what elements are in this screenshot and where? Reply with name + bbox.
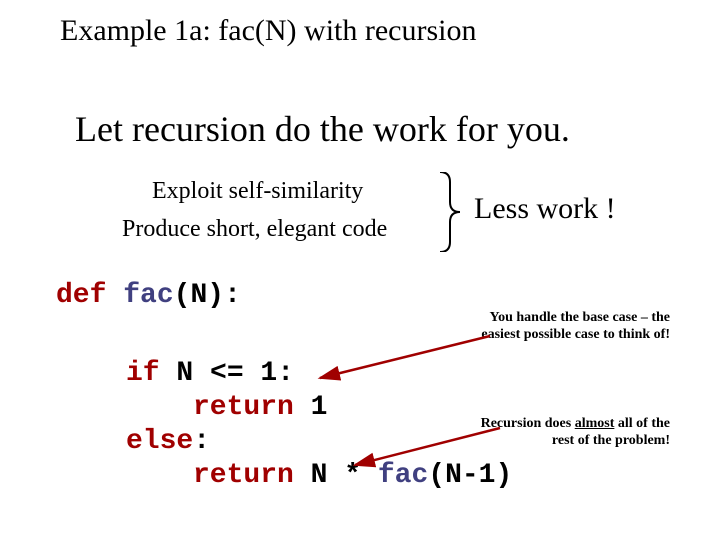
subhead-2: Produce short, elegant code <box>122 216 387 243</box>
kw-return-2: return <box>193 460 294 491</box>
brace-icon <box>432 172 462 252</box>
subhead-1: Exploit self-similarity <box>152 178 363 205</box>
note2-part-b: almost <box>575 416 615 431</box>
note2-part-a: Recursion does <box>481 416 575 431</box>
annotation-recursion: Recursion does almost all of the rest of… <box>470 416 670 450</box>
slide-title: Example 1a: fac(N) with recursion <box>60 14 477 48</box>
func-name-call: fac <box>378 460 428 491</box>
ret1-rest: 1 <box>294 392 328 423</box>
code-else-line: else: <box>126 426 210 457</box>
code-return-2: return N * fac(N-1) <box>193 460 512 491</box>
code-def-line: def fac(N): <box>56 280 241 311</box>
annotation-base-case: You handle the base case – the easiest p… <box>470 310 670 344</box>
else-rest: : <box>193 426 210 457</box>
ret2-rest-b: (N-1) <box>428 460 512 491</box>
kw-else: else <box>126 426 193 457</box>
code-return-1: return 1 <box>193 392 327 423</box>
code-if-line: if N <= 1: <box>126 358 294 389</box>
if-cond: N <= 1: <box>160 358 294 389</box>
kw-return-1: return <box>193 392 294 423</box>
right-label: Less work ! <box>474 192 616 226</box>
func-name: fac <box>123 280 173 311</box>
kw-def: def <box>56 280 106 311</box>
headline: Let recursion do the work for you. <box>75 108 570 150</box>
kw-if: if <box>126 358 160 389</box>
ret2-rest-a: N * <box>294 460 378 491</box>
sig-rest: (N): <box>174 280 241 311</box>
